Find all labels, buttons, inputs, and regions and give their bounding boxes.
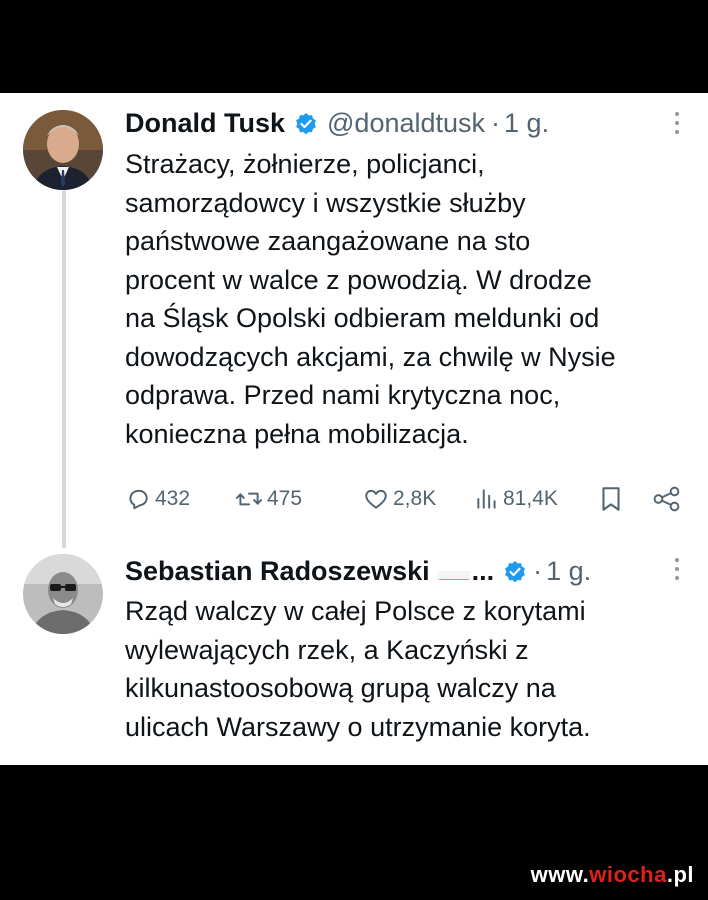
text-line: konieczna pełna mobilizacja. [125,418,469,449]
more-icon[interactable] [673,558,681,584]
author-handle[interactable]: @donaldtusk [327,107,485,139]
reply-button[interactable]: 432 [125,482,190,516]
like-icon [365,489,387,509]
bookmark-icon [602,487,620,511]
like-count: 2,8K [393,487,437,510]
separator-dot: · [491,108,501,138]
retweet-icon [235,492,263,506]
share-icon [653,486,680,512]
verified-badge-icon [294,111,318,135]
text-line: wylewających rzek, a Kaczyński z [125,634,529,665]
reply-count: 432 [155,487,191,510]
watermark-prefix: www. [530,862,590,887]
text-line: Rząd walczy w całej Polsce z korytami [125,596,586,626]
author-name[interactable]: Sebastian Radoszewski [125,555,430,587]
reply-icon [129,489,148,510]
avatar-donald-tusk[interactable] [23,110,103,190]
text-line: ulicach Warszawy o utrzymanie koryta. [125,711,591,742]
name-truncation: ... [471,556,495,586]
tweet-time[interactable]: 1 g. [546,555,591,587]
tweet1-text: Strażacy, żołnierze, policjanci, samorzą… [125,145,695,453]
thread-connector-line [62,190,66,548]
text-line: odprawa. Przed nami krytyczna noc, [125,380,561,410]
poland-flag-icon [437,563,470,580]
separator-dot: · [533,556,543,586]
retweet-count: 475 [267,487,303,510]
text-line: Strażacy, żołnierze, policjanci, [125,149,485,179]
tweet2-text: Rząd walczy w całej Polsce z korytami wy… [125,592,695,746]
verified-badge-icon [503,559,527,583]
watermark-suffix: .pl [666,862,694,887]
text-line: państwowe zaangażowane na sto [125,226,531,256]
text-line: procent w walce z powodzią. W drodze [125,264,592,295]
text-line: na Śląsk Opolski odbieram meldunki od [125,303,600,333]
views-count: 81,4K [503,487,558,510]
views-icon [477,489,496,509]
tweet1-header: Donald Tusk @donaldtusk · 1 g. [125,107,549,139]
tweet-time[interactable]: 1 g. [504,107,549,139]
avatar-sebastian-radoszewski[interactable] [23,554,103,634]
bookmark-button[interactable] [599,482,623,516]
views-button[interactable]: 81,4K [475,482,558,516]
watermark: www.wiocha.pl [531,862,694,888]
share-button[interactable] [652,482,682,516]
text-line: samorządowcy i wszystkie służby [125,187,526,218]
like-button[interactable]: 2,8K [363,482,436,516]
text-line: dowodzących akcjami, za chwilę w Nysie [125,341,616,372]
author-name[interactable]: Donald Tusk [125,107,285,139]
text-line: kilkunastoosobową grupą walczy na [125,673,556,703]
tweet2-header: Sebastian Radoszewski ... · 1 g. [125,555,591,587]
tweet1-actions: 432 475 2,8K 81,4K [125,482,690,516]
retweet-button[interactable]: 475 [235,482,302,516]
watermark-highlight: wiocha [589,862,667,887]
more-icon[interactable] [673,112,681,138]
